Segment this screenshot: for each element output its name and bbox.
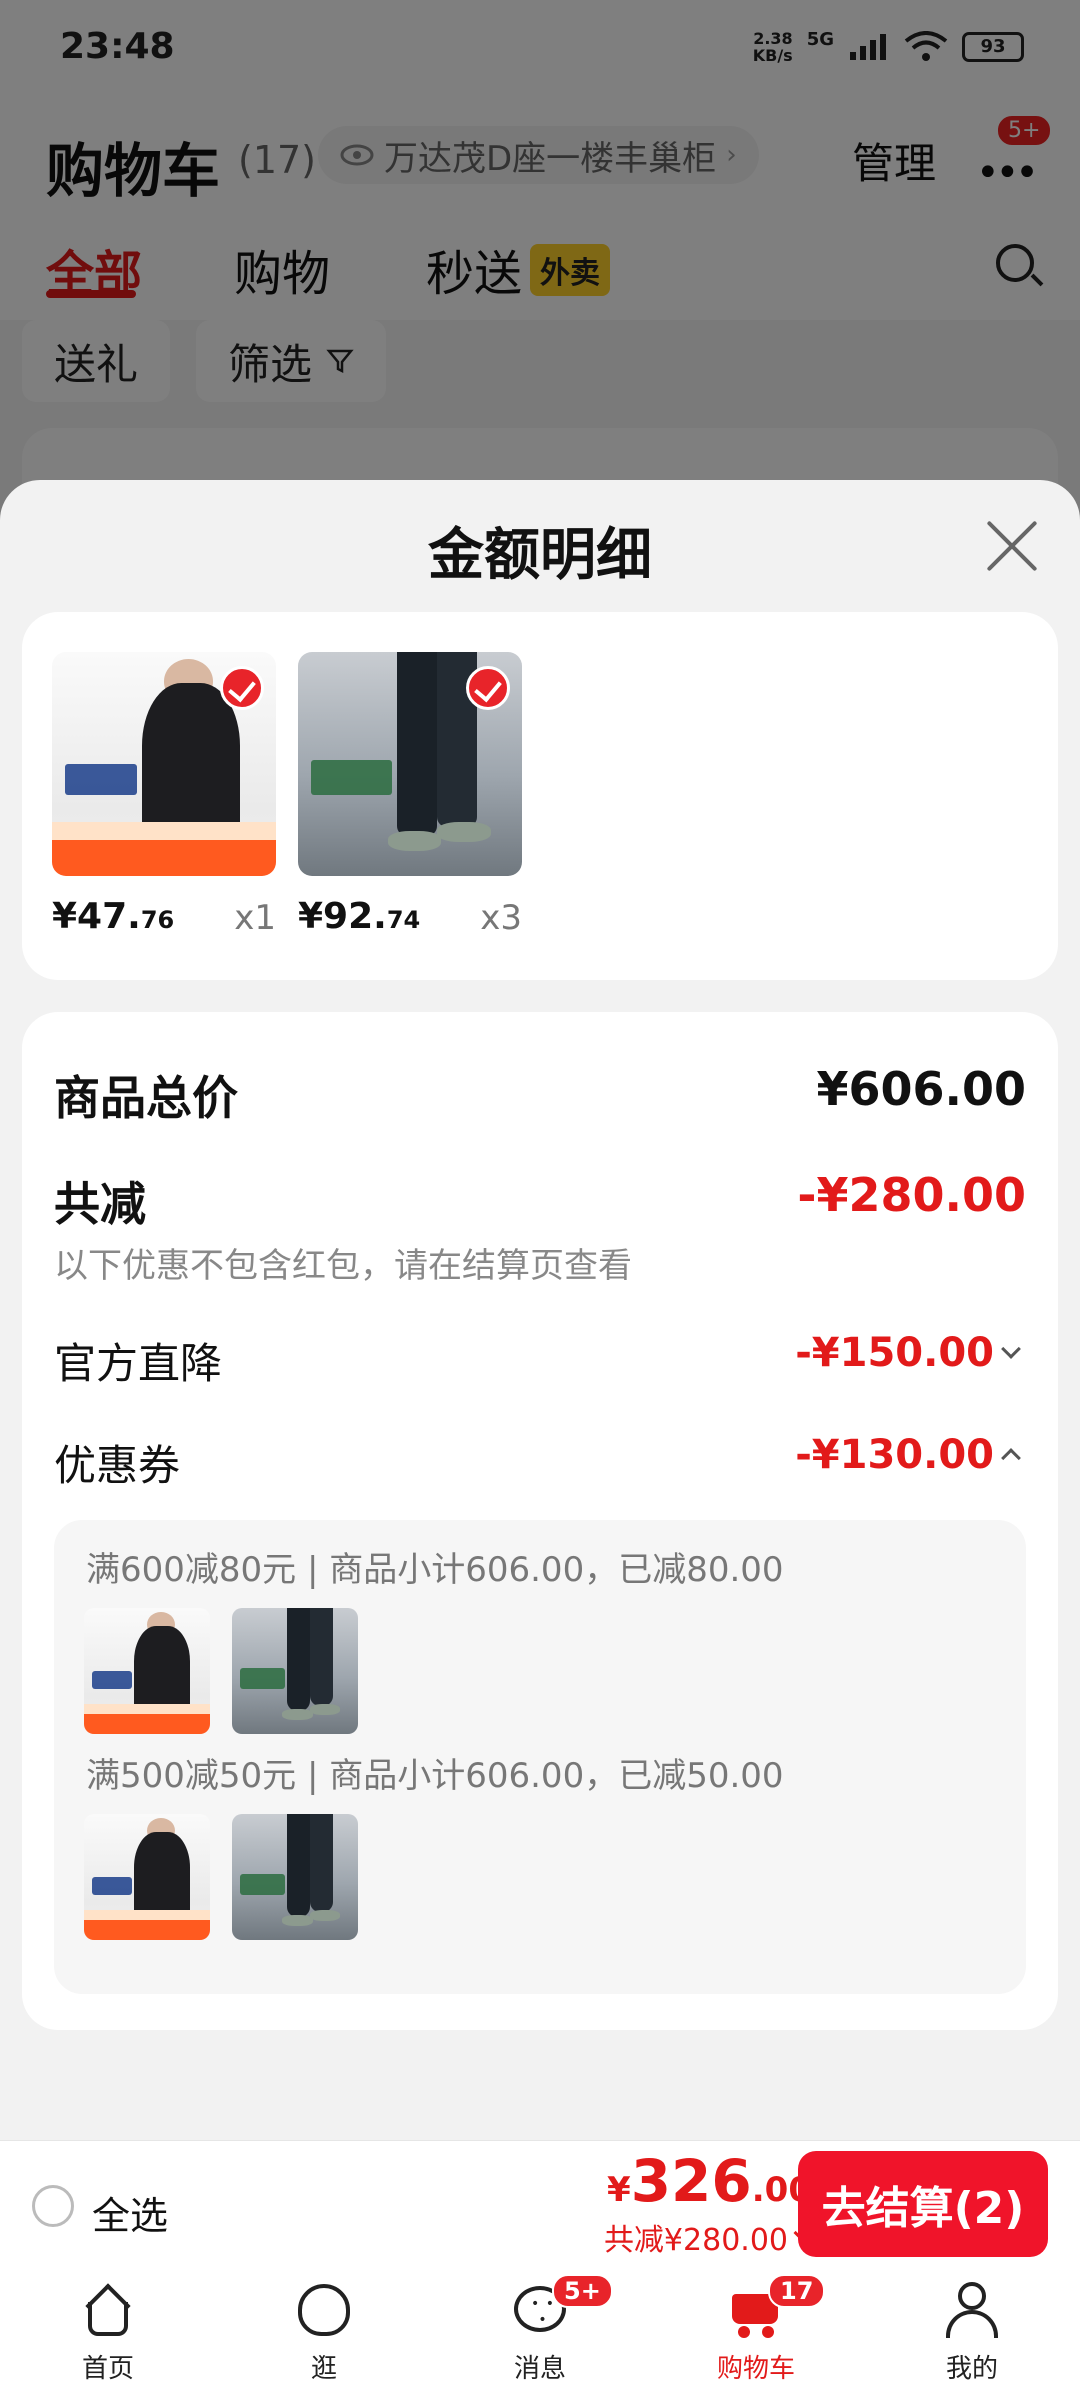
profile-icon [942,2280,1002,2340]
product-price-dec: 76 [140,906,175,934]
product-price-int: ¥47. [52,896,141,937]
official-discount-value: -¥150.00 [795,1330,994,1376]
coupon-detail-box: 满600减80元 | 商品小计606.00，已减80.00 满500减50元 |… [54,1520,1026,1994]
select-all-label[interactable]: 全选 [92,2185,168,2240]
cart-icon: 17 [726,2274,826,2340]
coupon-product-thumb [84,1814,210,1940]
coupon-product-thumb [232,1814,358,1940]
check-icon [220,666,264,710]
coupon-toggle[interactable]: -¥130.00 [795,1432,1021,1478]
official-discount-toggle[interactable]: -¥150.00 [795,1330,1021,1376]
coupon-label: 优惠券 [54,1441,181,1490]
coupon-rule-1: 满600减80元 | 商品小计606.00，已减80.00 [86,1550,784,1590]
coupon-value: -¥130.00 [795,1432,994,1478]
cart-badge: 17 [768,2274,826,2308]
discount-summary-toggle[interactable]: 共减¥280.00 [603,2215,811,2259]
total-price-value: ¥606.00 [816,1062,1026,1116]
product-thumbnail [298,652,522,876]
nav-messages[interactable]: 5+ 消息 [470,2274,613,2385]
message-badge: 5+ [552,2274,613,2308]
chevron-up-icon [1001,1448,1021,1468]
product-quantity: x1 [234,898,276,938]
nav-messages-label: 消息 [513,2354,566,2384]
message-icon: 5+ [510,2274,613,2340]
payable-amount-int: 326 [630,2147,752,2215]
product-price-dec: 74 [386,906,421,934]
nav-home[interactable]: 首页 [38,2280,178,2385]
product-price-int: ¥92. [298,896,387,937]
nav-profile-label: 我的 [945,2354,998,2384]
total-price-label: 商品总价 [54,1071,238,1125]
nav-profile[interactable]: 我的 [902,2280,1042,2385]
chevron-down-icon [1001,1339,1021,1359]
discount-summary: 共减¥280.00 [603,2223,788,2258]
nav-home-label: 首页 [81,2354,134,2384]
checkout-button[interactable]: 去结算(2) [798,2151,1048,2257]
coupon-product-thumb [84,1608,210,1734]
coupon-rule-2: 满500减50元 | 商品小计606.00，已减50.00 [86,1756,784,1796]
price-summary-card: 商品总价 ¥606.00 共减 -¥280.00 以下优惠不包含红包，请在结算页… [22,1012,1058,2030]
selected-products-card: ¥47.76 x1 ¥92.74 x3 [22,612,1058,980]
check-icon [466,666,510,710]
nav-cart[interactable]: 17 购物车 [686,2274,826,2385]
coupon-product-thumb [232,1608,358,1734]
nav-browse[interactable]: 逛 [254,2280,394,2385]
total-discount-label: 共减 [54,1177,146,1231]
total-discount-value: -¥280.00 [797,1168,1026,1222]
product-quantity: x3 [480,898,522,938]
payable-currency: ¥ [607,2170,631,2210]
nav-cart-label: 购物车 [716,2354,795,2384]
home-icon [78,2280,138,2340]
payable-amount: ¥326.00 [607,2147,812,2215]
product-thumbnail [52,652,276,876]
close-icon[interactable] [984,518,1040,574]
browse-icon [294,2280,354,2340]
official-discount-label: 官方直降 [54,1339,223,1388]
checkout-bar: 全选 ¥326.00 共减¥280.00 去结算(2) [0,2140,1080,2270]
select-all-radio[interactable] [32,2185,74,2227]
price-detail-sheet: 金额明细 ¥47.76 x1 ¥92.74 x3 商品总价 ¥606.00 共减… [0,480,1080,2140]
sheet-title: 金额明细 [428,523,652,588]
bottom-nav: 首页 逛 5+ 消息 17 购物车 我的 [0,2270,1080,2400]
discount-note: 以下优惠不包含红包，请在结算页查看 [54,1246,632,1286]
nav-browse-label: 逛 [310,2354,337,2384]
product-price: ¥92.74 [298,896,420,937]
product-price: ¥47.76 [52,896,174,937]
